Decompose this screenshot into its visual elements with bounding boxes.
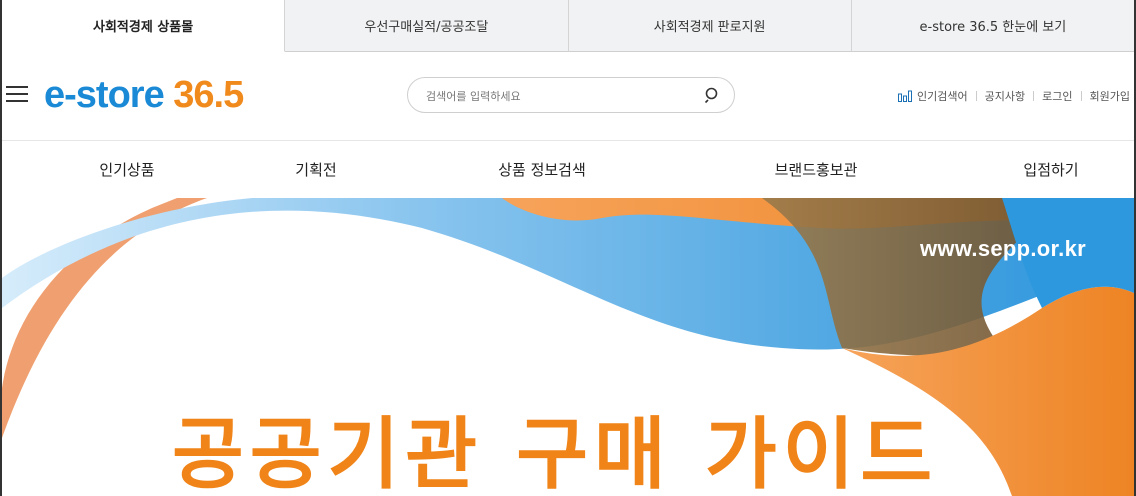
banner-headline: 공공기관 구매 가이드 bbox=[172, 410, 939, 496]
notice-link[interactable]: 공지사항 bbox=[985, 88, 1025, 104]
nav-popular-products[interactable]: 인기상품 bbox=[99, 159, 154, 180]
nav-special-exhibition[interactable]: 기획전 bbox=[295, 159, 336, 180]
tab-social-economy-mall[interactable]: 사회적경제 상품몰 bbox=[2, 0, 286, 52]
tab-sales-support[interactable]: 사회적경제 판로지원 bbox=[568, 0, 852, 52]
divider bbox=[975, 91, 977, 101]
hero-banner[interactable]: www.sepp.or.kr 공공기관 구매 가이드 bbox=[2, 198, 1134, 496]
logo-text: e-store bbox=[44, 74, 174, 116]
divider bbox=[1033, 91, 1035, 101]
page-frame: 사회적경제 상품몰 우선구매실적/공공조달 사회적경제 판로지원 e-store… bbox=[0, 0, 1136, 496]
popular-search-link[interactable]: 인기검색어 bbox=[917, 88, 968, 104]
main-nav: 인기상품 기획전 상품 정보검색 브랜드홍보관 입점하기 bbox=[2, 141, 1134, 197]
nav-join-seller[interactable]: 입점하기 bbox=[1023, 159, 1078, 180]
nav-product-search[interactable]: 상품 정보검색 bbox=[498, 159, 586, 180]
search-box bbox=[407, 77, 735, 113]
divider bbox=[1080, 91, 1082, 101]
signup-link[interactable]: 회원가입 bbox=[1090, 88, 1130, 104]
site-header: e-store 36.5 인기검색어 공지사항 로그인 회원가입 bbox=[2, 52, 1134, 141]
banner-url: www.sepp.or.kr bbox=[920, 236, 1086, 261]
login-link[interactable]: 로그인 bbox=[1042, 88, 1072, 104]
menu-icon[interactable] bbox=[6, 86, 28, 104]
logo-number: 36.5 bbox=[173, 74, 244, 116]
tab-estore-overview[interactable]: e-store 36.5 한눈에 보기 bbox=[851, 0, 1134, 52]
site-logo[interactable]: e-store 36.5 bbox=[44, 74, 244, 117]
utility-links: 인기검색어 공지사항 로그인 회원가입 bbox=[898, 88, 1130, 104]
tab-priority-purchase[interactable]: 우선구매실적/공공조달 bbox=[285, 0, 569, 52]
nav-brand-hall[interactable]: 브랜드홍보관 bbox=[775, 159, 858, 180]
bar-chart-icon bbox=[898, 90, 913, 102]
top-tab-bar: 사회적경제 상품몰 우선구매실적/공공조달 사회적경제 판로지원 e-store… bbox=[2, 0, 1134, 52]
search-input[interactable] bbox=[424, 85, 698, 107]
search-icon[interactable] bbox=[704, 86, 722, 104]
